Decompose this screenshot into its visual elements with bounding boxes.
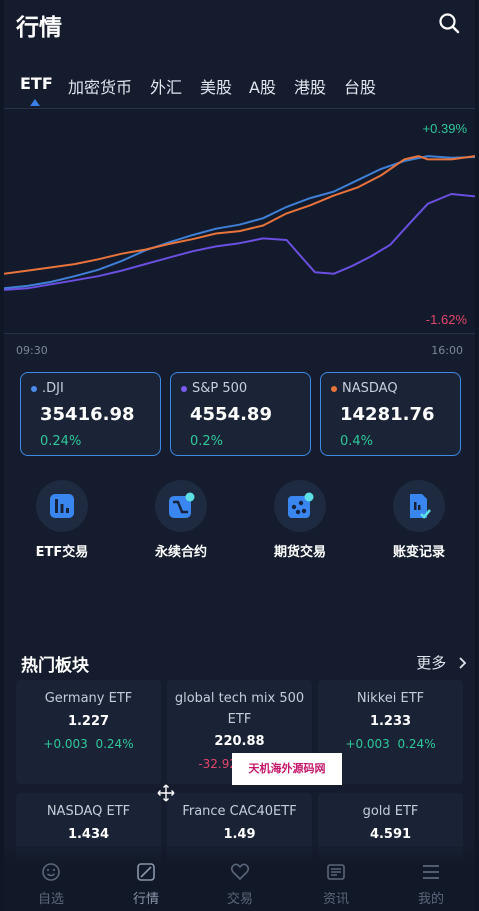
nav-label: 我的	[417, 892, 444, 907]
nav-item-profile[interactable]: 我的	[401, 862, 461, 907]
index-value: 35416.98	[40, 404, 135, 425]
chart-bottom-label: -1.62%	[426, 312, 468, 327]
chart-time-end: 16:00	[431, 344, 463, 357]
market-tabs: ETF 加密货币 外汇 美股 A股 港股 台股	[4, 70, 475, 106]
sector-name: Nikkei ETF	[356, 691, 425, 706]
index-card-nasdaq[interactable]: NASDAQ 14281.76 0.4%	[320, 372, 461, 456]
series-line-dji	[4, 155, 475, 290]
nav-label: 行情	[132, 892, 159, 907]
record-icon	[410, 494, 431, 519]
market-icon	[137, 863, 155, 881]
sector-name: Germany ETF	[44, 691, 133, 706]
page-title: 行情	[16, 15, 62, 41]
index-chart: +0.39% -1.62%	[4, 108, 475, 334]
feature-label: 账变记录	[392, 545, 445, 560]
market-screen: 行情 ETF 加密货币 外汇 美股 A股 港股 台股 +0.39% -1.62%…	[4, 0, 475, 911]
nav-item-watchlist[interactable]: 自选	[21, 862, 81, 907]
header: 行情	[4, 0, 475, 50]
sector-name: France CAC40ETF	[182, 804, 297, 819]
feature-icon-bg	[274, 480, 326, 532]
tab-a-shares[interactable]: A股	[249, 74, 276, 98]
index-change: 0.2%	[190, 434, 224, 449]
nav-item-market[interactable]: 行情	[116, 862, 176, 907]
smile-icon	[42, 863, 60, 881]
nav-item-news[interactable]: 资讯	[306, 862, 366, 907]
futures-icon	[288, 492, 314, 518]
sector-price: 220.88	[214, 734, 265, 749]
sector-change-percent: 0.24%	[95, 737, 134, 751]
trade-icon	[230, 863, 250, 881]
watermark: 天机海外源码网	[232, 753, 342, 785]
search-icon	[439, 13, 460, 34]
tab-hk-stocks[interactable]: 港股	[294, 74, 326, 98]
active-tab-indicator	[30, 99, 40, 106]
feature-account-record[interactable]: 账变记录	[369, 480, 469, 560]
chart-time-start: 09:30	[16, 344, 48, 357]
series-line-nasdaq	[4, 155, 475, 275]
tab-forex[interactable]: 外汇	[150, 74, 182, 98]
sector-name: gold ETF	[362, 804, 419, 819]
feature-icon-bg	[36, 480, 88, 532]
index-card-dji[interactable]: .DJI 35416.98 0.24%	[20, 372, 161, 456]
bottom-nav: 自选 行情 交易 资讯 我的	[4, 846, 475, 911]
index-name: S&P 500	[181, 381, 247, 396]
nav-label: 自选	[37, 892, 64, 907]
nav-item-trade[interactable]: 交易	[210, 862, 270, 907]
index-change: 0.4%	[340, 434, 374, 449]
search-button[interactable]	[437, 11, 461, 35]
index-card-sp500[interactable]: S&P 500 4554.89 0.2%	[170, 372, 311, 456]
index-chart-svg: +0.39% -1.62%	[4, 108, 475, 334]
sector-change-percent: 0.24%	[397, 737, 436, 751]
index-name: .DJI	[31, 381, 64, 396]
news-icon	[327, 864, 345, 880]
index-value: 4554.89	[190, 404, 272, 425]
sector-price: 1.233	[369, 714, 412, 729]
tab-us-stocks[interactable]: 美股	[200, 74, 232, 98]
feature-etf-trade[interactable]: ETF交易	[12, 480, 112, 560]
feature-label: ETF交易	[35, 545, 89, 560]
sector-change-value: +0.003	[43, 737, 88, 751]
sector-price: 4.591	[369, 827, 412, 842]
index-name-label: .DJI	[42, 381, 64, 396]
perpetual-contract-icon	[169, 492, 195, 518]
sector-change-value: +0.003	[345, 737, 390, 751]
index-name: NASDAQ	[331, 381, 398, 396]
chart-top-label: +0.39%	[423, 121, 468, 136]
feature-icon-bg	[155, 480, 207, 532]
hot-sectors-title: 热门板块	[21, 656, 89, 676]
move-cursor-icon	[157, 784, 175, 802]
sector-name: global tech mix 500 ETF	[174, 691, 305, 727]
index-change: 0.24%	[40, 434, 82, 449]
feature-perpetual-contract[interactable]: 永续合约	[131, 480, 231, 560]
feature-icon-bg	[393, 480, 445, 532]
index-name-label: NASDAQ	[342, 381, 398, 396]
sector-name: NASDAQ ETF	[46, 804, 131, 819]
tab-crypto[interactable]: 加密货币	[68, 74, 132, 98]
nav-label: 资讯	[322, 892, 349, 907]
menu-icon	[423, 865, 439, 879]
sector-change: +0.003 0.24%	[318, 737, 463, 751]
sector-change: +0.003 0.24%	[16, 737, 161, 751]
feature-futures-trade[interactable]: 期货交易	[250, 480, 350, 560]
feature-label: 期货交易	[273, 545, 326, 560]
tab-etf[interactable]: ETF	[20, 74, 53, 93]
tab-tw-stocks[interactable]: 台股	[344, 74, 376, 98]
dot-icon	[331, 385, 337, 392]
sector-price: 1.434	[67, 827, 110, 842]
feature-label: 永续合约	[154, 545, 207, 560]
sector-price: 1.49	[223, 827, 256, 842]
index-name-label: S&P 500	[192, 381, 248, 396]
bar-chart-icon	[50, 494, 74, 518]
sector-card[interactable]: Germany ETF 1.227 +0.003 0.24%	[16, 680, 161, 784]
more-link[interactable]: 更多	[416, 652, 469, 673]
chevron-right-icon	[459, 657, 467, 669]
index-value: 14281.76	[340, 404, 435, 425]
sector-price: 1.227	[67, 714, 110, 729]
dot-icon	[31, 385, 37, 392]
more-link-label: 更多	[416, 654, 447, 672]
nav-label: 交易	[226, 892, 253, 907]
dot-icon	[181, 385, 187, 392]
